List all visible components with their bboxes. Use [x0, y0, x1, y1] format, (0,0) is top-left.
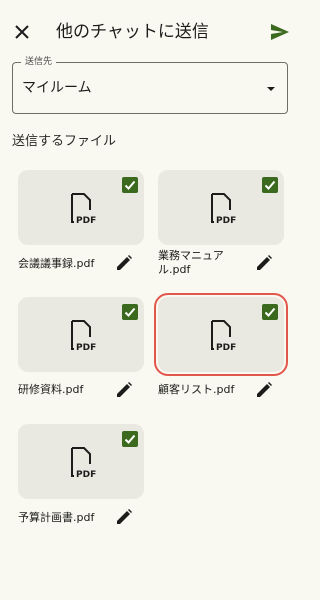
file-card[interactable]: PDF [18, 424, 144, 499]
file-name: 研修資料.pdf [18, 383, 84, 396]
pdf-icon: PDF [211, 320, 236, 351]
file-card-highlighted[interactable]: PDF [154, 293, 288, 376]
checkbox-checked-icon[interactable] [122, 177, 138, 193]
checkbox-checked-icon[interactable] [122, 431, 138, 447]
file-name: 会議議事録.pdf [18, 257, 95, 270]
pdf-icon: PDF [71, 320, 96, 351]
svg-text:PDF: PDF [76, 343, 96, 351]
checkbox-checked-icon[interactable] [262, 304, 278, 320]
file-name: 業務マニュアル.pdf [158, 249, 224, 276]
edit-name-button[interactable] [254, 380, 274, 400]
checkbox-checked-icon[interactable] [262, 177, 278, 193]
file-grid: PDF 会議議事録.pdf PDF 業務マニュアル.pdf PDF 研修資料.p… [0, 0, 300, 600]
edit-name-button[interactable] [114, 507, 134, 527]
pdf-icon: PDF [71, 193, 96, 224]
pdf-icon: PDF [71, 447, 96, 478]
file-name: 予算計画書.pdf [18, 511, 95, 524]
checkbox-checked-icon[interactable] [122, 304, 138, 320]
edit-name-button[interactable] [114, 253, 134, 273]
file-card[interactable]: PDF [18, 297, 144, 372]
svg-text:PDF: PDF [216, 343, 236, 351]
pencil-icon [117, 255, 132, 270]
svg-text:PDF: PDF [216, 216, 236, 224]
pencil-icon [257, 382, 272, 397]
edit-name-button[interactable] [114, 380, 134, 400]
file-card[interactable]: PDF [18, 170, 144, 245]
pencil-icon [117, 509, 132, 524]
pdf-icon: PDF [211, 193, 236, 224]
file-card[interactable]: PDF [158, 170, 284, 245]
file-name: 顧客リスト.pdf [158, 383, 235, 396]
edit-name-button[interactable] [254, 253, 274, 273]
svg-text:PDF: PDF [76, 216, 96, 224]
svg-text:PDF: PDF [76, 470, 96, 478]
pencil-icon [117, 382, 132, 397]
pencil-icon [257, 255, 272, 270]
